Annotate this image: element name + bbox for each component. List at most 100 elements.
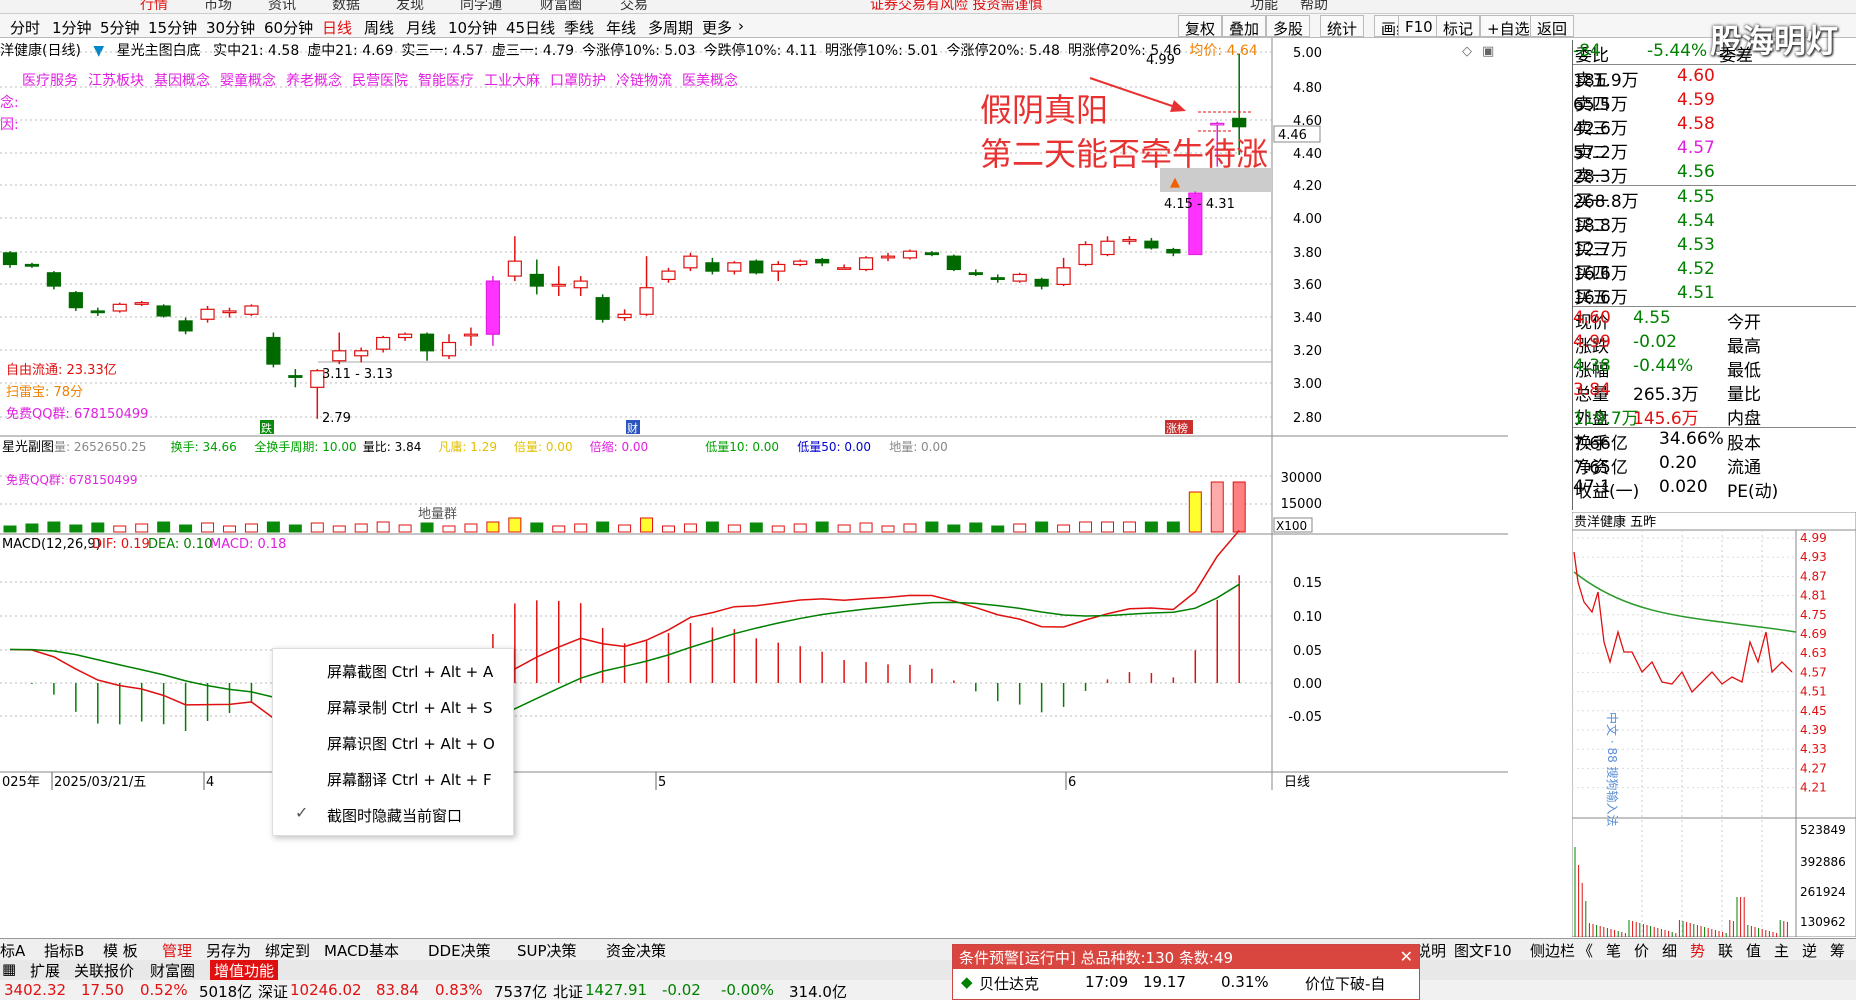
side-tab-0[interactable]: 说明 xyxy=(1416,940,1446,960)
side-tab-9[interactable]: 值 xyxy=(1746,940,1761,960)
candle-body xyxy=(946,255,961,271)
period-tab-30min[interactable]: 30分钟 xyxy=(206,17,255,38)
ask-row-1[interactable]: 卖四 4.59 65.5万 xyxy=(1573,89,1856,113)
bid-row-3[interactable]: 买四 4.52 16.6万 xyxy=(1573,258,1856,282)
indicator-tab-6[interactable]: MACD基本 xyxy=(324,940,399,960)
side-tab-6[interactable]: 细 xyxy=(1662,940,1677,960)
bid-row-4[interactable]: 买五 4.51 16.6万 xyxy=(1573,282,1856,306)
period-tab-fenshi[interactable]: 分时 xyxy=(10,17,40,38)
side-tab-3[interactable]: 《 xyxy=(1578,940,1593,960)
status-icon[interactable]: ▦ xyxy=(2,960,16,978)
period-tab-daily[interactable]: 日线 xyxy=(322,17,352,38)
price-tick-9: 3.20 xyxy=(1293,344,1322,359)
menu-item-screenshot[interactable]: 屏幕截图 Ctrl + Alt + A xyxy=(327,661,493,682)
period-tab-15min[interactable]: 15分钟 xyxy=(148,17,197,38)
indicator-tab-4[interactable]: 另存为 xyxy=(206,940,251,960)
status-tab-3[interactable]: 增值功能 xyxy=(210,960,279,980)
quote-row-0[interactable]: 现价 4.55 今开 4.60 xyxy=(1573,307,1856,331)
fund-row-1[interactable]: 净资 0.20 流通 7.65亿 xyxy=(1573,452,1856,476)
menu-item-help[interactable]: 帮助 xyxy=(1300,0,1328,13)
period-tab-monthly[interactable]: 月线 xyxy=(406,17,436,38)
f10-button[interactable]: F10 xyxy=(1398,15,1440,37)
ask-row-0[interactable]: 卖五 4.60 181.9万 xyxy=(1573,65,1856,89)
side-tab-11[interactable]: 逆 xyxy=(1802,940,1817,960)
multi-stock-button[interactable]: 多股 xyxy=(1266,15,1311,38)
menu-item-record[interactable]: 屏幕录制 Ctrl + Alt + S xyxy=(327,697,493,718)
menu-item-function[interactable]: 功能 xyxy=(1250,0,1278,13)
close-icon[interactable]: ✕ xyxy=(1400,947,1413,966)
quote-label-2: 量比 xyxy=(1727,385,1761,403)
ask-row-3[interactable]: 卖二 4.57 57.2万 xyxy=(1573,137,1856,161)
period-tab-10min[interactable]: 10分钟 xyxy=(448,17,497,38)
quote-row-4[interactable]: 外盘 145.6万 内盘 119.7万 xyxy=(1573,403,1856,427)
weibi-row[interactable]: 委比 -5.44% 委差 -84 xyxy=(1573,40,1856,64)
side-tab-1[interactable]: 图文F10 xyxy=(1454,940,1512,960)
side-tab-7[interactable]: 势 xyxy=(1690,940,1705,960)
ask-row-4[interactable]: 卖一 4.56 28.3万 xyxy=(1573,161,1856,185)
ask-row-2[interactable]: 卖三 4.58 42.6万 xyxy=(1573,113,1856,137)
alert-row[interactable]: ◆ 贝仕达克 17:09 19.17 0.31% 价位下破-自 xyxy=(953,969,1419,997)
period-tab-multi[interactable]: 多周期 xyxy=(648,17,693,38)
volume-bar xyxy=(881,525,895,533)
indicator-tab-7[interactable]: DDE决策 xyxy=(428,940,491,960)
statistics-button[interactable]: 统计 xyxy=(1320,15,1365,38)
status-tab-2[interactable]: 财富圈 xyxy=(150,960,195,980)
period-tab-1min[interactable]: 1分钟 xyxy=(52,17,92,38)
chevron-right-icon[interactable]: › xyxy=(738,17,744,35)
quote-row-3[interactable]: 总量 265.3万 量比 3.84 xyxy=(1573,379,1856,403)
menu-item-hide-window[interactable]: 截图时隐藏当前窗口 xyxy=(327,805,462,826)
menu-item-market[interactable]: 行情 xyxy=(140,0,168,13)
menu-item-recognize[interactable]: 屏幕识图 Ctrl + Alt + O xyxy=(327,733,495,754)
menu-item-wealth[interactable]: 财富圈 xyxy=(540,0,582,13)
overlay-button[interactable]: 叠加 xyxy=(1222,15,1267,38)
indicator-tab-0[interactable]: 标A xyxy=(0,940,25,960)
restore-rights-button[interactable]: 复权 xyxy=(1178,15,1223,38)
add-favorite-button[interactable]: +自选 xyxy=(1480,15,1537,38)
menu-item-data[interactable]: 数据 xyxy=(332,0,360,13)
indicator-tab-3[interactable]: 管理 xyxy=(162,940,192,960)
kline-chart[interactable]: 5.004.804.604.404.204.003.803.603.403.20… xyxy=(0,38,1508,918)
macd-tick-4: -0.05 xyxy=(1288,710,1322,725)
period-tab-yearly[interactable]: 年线 xyxy=(606,17,636,38)
menu-item-discover[interactable]: 发现 xyxy=(396,0,424,13)
fund-row-2[interactable]: 收益(一) 0.020 PE(动) 47.1 xyxy=(1573,476,1856,500)
quote-row-2[interactable]: 涨幅 -0.44% 最低 4.38 xyxy=(1573,355,1856,379)
indicator-tab-5[interactable]: 绑定到 xyxy=(265,940,310,960)
indicator-tab-9[interactable]: 资金决策 xyxy=(606,940,666,960)
back-button[interactable]: 返回 xyxy=(1530,15,1575,38)
side-tab-5[interactable]: 价 xyxy=(1634,940,1649,960)
alert-pct: 0.31% xyxy=(1221,973,1269,991)
bid-row-2[interactable]: 买三 4.53 12.7万 xyxy=(1573,234,1856,258)
period-tab-quarterly[interactable]: 季线 xyxy=(564,17,594,38)
status-tab-1[interactable]: 关联报价 xyxy=(74,960,134,980)
menu-item-shichang[interactable]: 市场 xyxy=(204,0,232,13)
menu-item-trade[interactable]: 交易 xyxy=(620,0,648,13)
intraday-mini-chart[interactable]: 贵洋健康 五昨 4.99 4.93 4.87 4.81 4.75 4.69 4.63 4.57 4… xyxy=(1572,512,1856,937)
period-tab-60min[interactable]: 60分钟 xyxy=(264,17,313,38)
fund-row-0[interactable]: 换手 34.66% 股本 7.66亿 xyxy=(1573,428,1856,452)
indicator-tab-8[interactable]: SUP决策 xyxy=(517,940,577,960)
period-tab-weekly[interactable]: 周线 xyxy=(364,17,394,38)
period-tab-45day[interactable]: 45日线 xyxy=(506,17,555,38)
menu-item-news[interactable]: 资讯 xyxy=(268,0,296,13)
indicator-tab-1[interactable]: 指标B xyxy=(44,940,84,960)
side-tab-2[interactable]: 侧边栏 xyxy=(1530,940,1575,960)
vol-tick-0: 30000 xyxy=(1281,471,1322,486)
menu-item-classmate[interactable]: 同学通 xyxy=(460,0,502,13)
menu-item-translate[interactable]: 屏幕翻译 Ctrl + Alt + F xyxy=(327,769,492,790)
volume-bar xyxy=(223,525,236,533)
period-tab-5min[interactable]: 5分钟 xyxy=(100,17,140,38)
bid-row-0[interactable]: 买一 4.55 268.8万 xyxy=(1573,186,1856,210)
period-tab-more[interactable]: 更多 xyxy=(702,17,732,38)
status-tab-0[interactable]: 扩展 xyxy=(30,960,60,980)
status-tabs-bar: ▦ 扩展 关联报价 财富圈 增值功能 xyxy=(0,960,1856,980)
quote-row-1[interactable]: 涨跌 -0.02 最高 4.99 xyxy=(1573,331,1856,355)
side-tab-10[interactable]: 主 xyxy=(1774,940,1789,960)
indicator-tab-2[interactable]: 模 板 xyxy=(103,940,138,960)
side-tab-12[interactable]: 筹 xyxy=(1830,940,1845,960)
side-tab-8[interactable]: 联 xyxy=(1718,940,1733,960)
side-tab-4[interactable]: 笔 xyxy=(1606,940,1621,960)
bid-row-1[interactable]: 买二 4.54 18.8万 xyxy=(1573,210,1856,234)
mark-button[interactable]: 标记 xyxy=(1436,15,1481,38)
condition-alert-popup[interactable]: 条件预警[运行中] 总品种数:130 条数:49 ✕ ◆ 贝仕达克 17:09 … xyxy=(952,944,1420,1000)
